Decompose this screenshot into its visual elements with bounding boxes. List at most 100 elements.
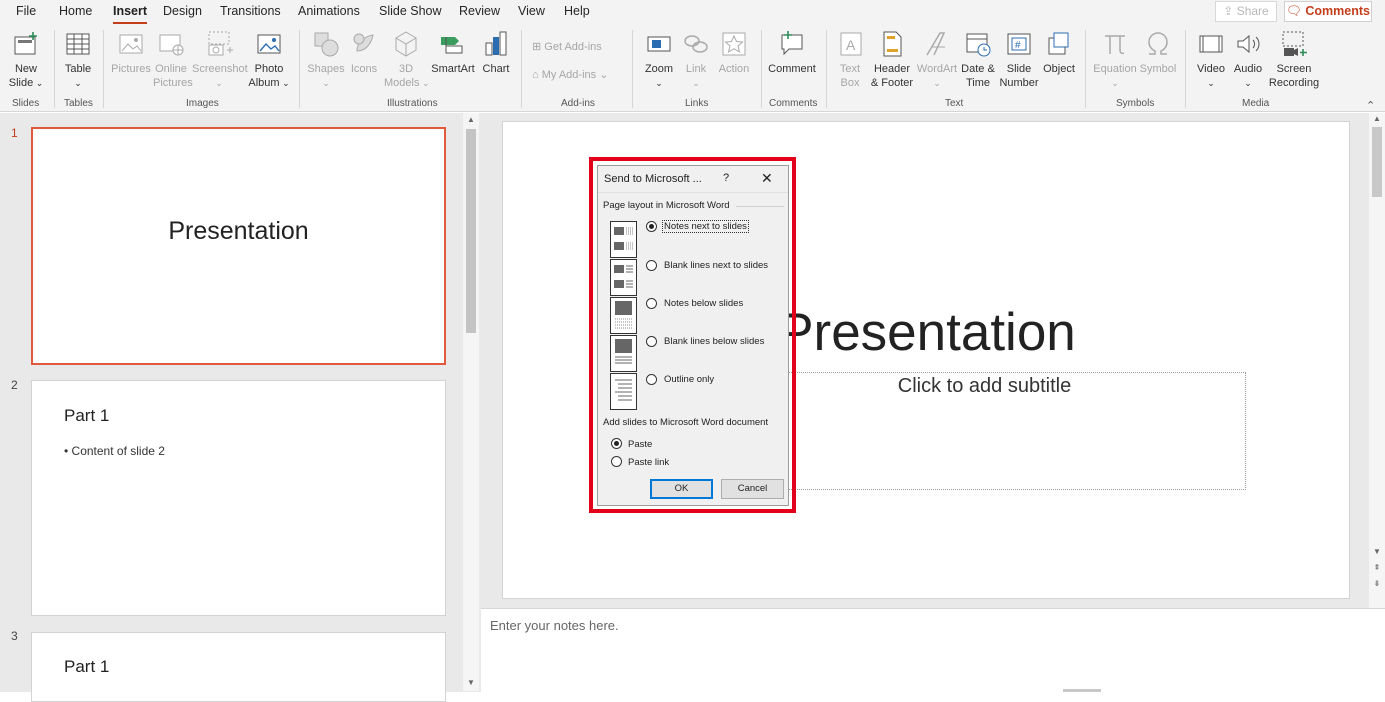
screen-recording-button[interactable]: Screen Recording (1268, 29, 1320, 90)
wordart-button[interactable]: WordArt ⌄ (916, 29, 958, 90)
slide-number-icon: # (998, 29, 1040, 59)
comment-label: Comment (768, 63, 816, 75)
blank-lines-next-to-slides-label[interactable]: Blank lines next to slides (664, 260, 768, 271)
text-box-button[interactable]: A Text Box (836, 29, 864, 90)
notes-pane[interactable]: Enter your notes here. (481, 608, 1385, 692)
menu-home[interactable]: Home (59, 4, 92, 18)
date-time-button[interactable]: Date & Time (959, 29, 997, 90)
video-button[interactable]: Video ⌄ (1194, 29, 1228, 90)
3d-models-button[interactable]: 3D Models ⌄ (384, 29, 430, 90)
scroll-down-icon[interactable]: ▼ (1369, 547, 1385, 556)
slide-thumbnail-1[interactable]: Presentation (31, 127, 446, 365)
online-pictures-label-1: Online (155, 63, 187, 75)
link-button[interactable]: Link ⌄ (681, 29, 711, 90)
object-button[interactable]: Object (1041, 29, 1077, 76)
new-slide-button[interactable]: New Slide ⌄ (8, 29, 44, 90)
scrollbar-thumb[interactable] (466, 129, 476, 333)
shapes-button[interactable]: Shapes ⌄ (306, 29, 346, 90)
ribbon: New Slide ⌄ Table ⌄ Pictures Online Pictu… (0, 24, 1385, 112)
close-icon[interactable]: ✕ (761, 170, 773, 187)
addins-icon: ⌂ (532, 69, 539, 81)
smartart-button[interactable]: SmartArt (430, 29, 476, 76)
slide-thumbnails-panel: 1 Presentation 2 Part 1 • Content of sli… (0, 113, 481, 702)
next-slide-icon[interactable]: ⇟ (1369, 579, 1385, 588)
subtitle-placeholder[interactable]: Click to add subtitle (721, 372, 1246, 490)
menu-transitions[interactable]: Transitions (220, 4, 281, 18)
my-addins-label: My Add-ins (541, 69, 597, 81)
menu-file[interactable]: File (16, 4, 36, 18)
share-label: Share (1236, 4, 1269, 18)
scroll-up-icon[interactable]: ▲ (1369, 114, 1385, 123)
group-label-slides: Slides (12, 98, 40, 109)
audio-button[interactable]: Audio ⌄ (1231, 29, 1265, 90)
collapse-ribbon-icon[interactable]: ⌃ (1366, 99, 1375, 112)
notes-next-to-slides-radio[interactable] (646, 221, 657, 232)
menu-design[interactable]: Design (163, 4, 202, 18)
notes-next-to-slides-label[interactable]: Notes next to slides (662, 220, 749, 233)
screenshot-icon (192, 29, 246, 59)
symbol-button[interactable]: Symbol (1138, 29, 1178, 76)
menu-review[interactable]: Review (459, 4, 500, 18)
my-addins-button[interactable]: ⌂ My Add-ins ⌄ (532, 68, 608, 81)
action-button[interactable]: Action (716, 29, 752, 76)
header-footer-icon (868, 29, 916, 59)
online-pictures-button[interactable]: Online Pictures (153, 29, 193, 90)
blank-lines-below-slides-label[interactable]: Blank lines below slides (664, 336, 764, 347)
slide-number-button[interactable]: # Slide Number (998, 29, 1040, 90)
notes-below-slides-label[interactable]: Notes below slides (664, 298, 743, 309)
screen-recording-label-1: Screen (1276, 63, 1312, 75)
ok-button[interactable]: OK (650, 479, 713, 499)
chart-label: Chart (482, 63, 510, 75)
menu-insert[interactable]: Insert (113, 4, 148, 25)
equation-button[interactable]: Equation ⌄ (1092, 29, 1138, 90)
blank-lines-below-slides-radio[interactable] (646, 336, 657, 347)
outline-only-radio[interactable] (646, 374, 657, 385)
scrollbar-thumb[interactable] (1372, 127, 1382, 197)
new-comment-button[interactable]: Comment (766, 29, 818, 76)
help-icon[interactable]: ? (723, 172, 729, 184)
icons-button[interactable]: Icons (347, 29, 381, 76)
comments-button[interactable]: 🗨 Comments (1284, 1, 1372, 22)
thumbnails-scrollbar[interactable]: ▲ ▼ (463, 113, 479, 691)
zoom-icon (640, 29, 678, 59)
photo-album-button[interactable]: Photo Album ⌄ (246, 29, 292, 90)
svg-text:#: # (1015, 40, 1021, 51)
pictures-button[interactable]: Pictures (110, 29, 152, 76)
paste-radio[interactable] (611, 438, 622, 449)
notes-below-slides-radio[interactable] (646, 298, 657, 309)
share-button[interactable]: ⇪ Share (1215, 1, 1277, 22)
zoom-button[interactable]: Zoom ⌄ (640, 29, 678, 90)
previous-slide-icon[interactable]: ⇞ (1369, 563, 1385, 572)
paste-link-radio[interactable] (611, 456, 622, 467)
table-button[interactable]: Table ⌄ (60, 29, 96, 90)
group-label-images: Images (186, 98, 219, 109)
menu-view[interactable]: View (518, 4, 545, 18)
chart-button[interactable]: Chart (479, 29, 513, 76)
svg-text:A: A (846, 37, 856, 53)
slide-thumbnail-2[interactable]: Part 1 • Content of slide 2 (31, 380, 446, 616)
text-box-label-2: Box (840, 77, 860, 89)
header-footer-button[interactable]: Header & Footer (868, 29, 916, 90)
paste-link-label[interactable]: Paste link (628, 457, 669, 468)
group-label-comments: Comments (769, 98, 818, 109)
menu-slide-show[interactable]: Slide Show (379, 4, 442, 18)
video-label: Video (1197, 63, 1225, 75)
get-addins-label: Get Add-ins (544, 41, 602, 53)
outline-only-label[interactable]: Outline only (664, 374, 714, 385)
dialog-title: Send to Microsoft ... (604, 173, 702, 185)
get-addins-button[interactable]: ⊞ Get Add-ins (532, 40, 602, 53)
scroll-up-icon[interactable]: ▲ (463, 115, 479, 124)
menu-help[interactable]: Help (564, 4, 590, 18)
paste-label[interactable]: Paste (628, 439, 652, 450)
equation-label: Equation (1093, 63, 1137, 75)
smartart-icon (430, 29, 476, 59)
group-label-links: Links (685, 98, 709, 109)
editor-scrollbar[interactable]: ▲ ▼ ⇞ ⇟ (1369, 113, 1385, 608)
menu-animations[interactable]: Animations (298, 4, 360, 18)
new-slide-label-2: Slide (8, 77, 34, 89)
scroll-down-icon[interactable]: ▼ (463, 678, 479, 687)
cancel-button[interactable]: Cancel (721, 479, 784, 499)
page-layout-label: Page layout in Microsoft Word (603, 200, 730, 211)
blank-lines-next-to-slides-radio[interactable] (646, 260, 657, 271)
screenshot-button[interactable]: Screenshot ⌄ (192, 29, 248, 90)
